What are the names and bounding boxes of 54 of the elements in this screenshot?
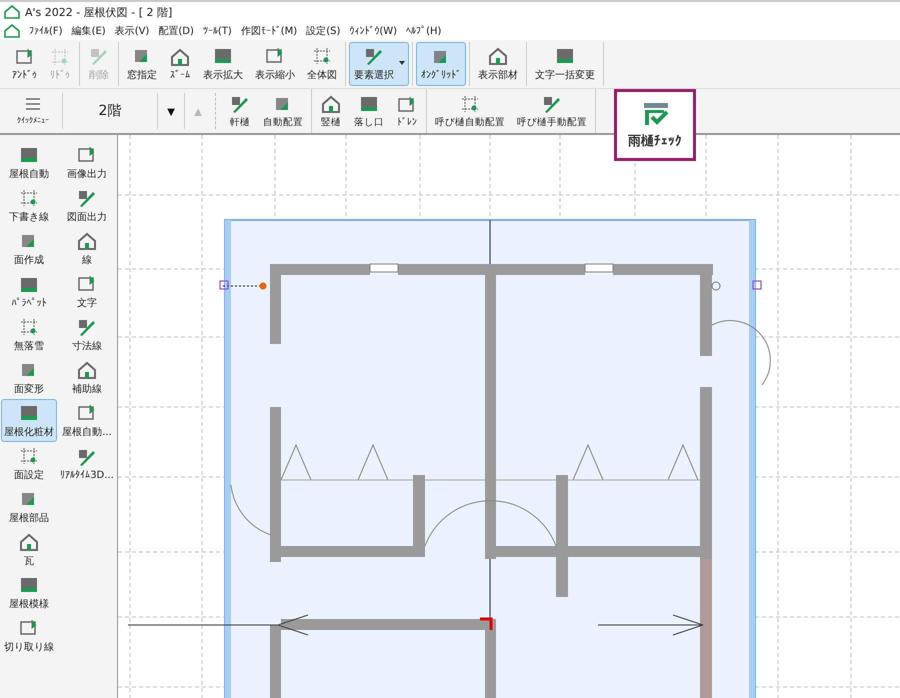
toolbar-button[interactable]: 竪樋: [315, 89, 347, 133]
menu-item[interactable]: 配置(D): [158, 24, 194, 38]
menu-icon: [25, 98, 41, 110]
toolbar-button[interactable]: 自動配置: [258, 89, 308, 133]
toolbar-button[interactable]: 表示部材: [473, 42, 523, 86]
sidebar-item[interactable]: 屋根部品: [1, 485, 57, 528]
sidebar-item[interactable]: 屋根模様: [1, 571, 57, 614]
floor-down-button[interactable]: ▼: [158, 89, 184, 133]
sidebar-item[interactable]: 下書き線: [1, 184, 57, 227]
toolbar-button[interactable]: 全体図: [302, 42, 342, 86]
menu-item[interactable]: ｳｨﾝﾄﾞｳ(W): [349, 25, 398, 37]
toolbar-button[interactable]: 軒樋: [224, 89, 256, 133]
toolbar-button[interactable]: 呼び樋手動配置: [512, 89, 592, 133]
toolbar-button[interactable]: ｵﾝｸﾞﾘｯﾄﾞ: [416, 42, 466, 86]
sidebar-item[interactable]: 文字: [59, 270, 115, 313]
sidebar-item[interactable]: 寸法線: [59, 313, 115, 356]
menu-item[interactable]: ﾌｧｲﾙ(F): [29, 25, 63, 37]
gutter-check-button[interactable]: 雨樋ﾁｪｯｸ: [614, 89, 696, 161]
sidebar-item[interactable]: ﾊﾟﾗﾍﾟｯﾄ: [1, 270, 57, 313]
draft-line-icon: [18, 188, 40, 208]
toolbar-button[interactable]: 呼び樋自動配置: [430, 89, 510, 133]
sidebar-item[interactable]: 面変形: [1, 356, 57, 399]
toolbar-button[interactable]: 文字一括変更: [530, 42, 600, 86]
sidebar-item[interactable]: 瓦: [1, 528, 57, 571]
sidebar-item[interactable]: 補助線: [59, 356, 115, 399]
sidebar-item[interactable]: 切り取り線: [1, 614, 57, 657]
floor-label: 2階: [98, 102, 122, 121]
sidebar-item[interactable]: ﾘｱﾙﾀｲﾑ3D...: [59, 442, 115, 485]
window-title: A's 2022 - 屋根伏図 - [ 2 階]: [25, 4, 172, 20]
sidebar-item[interactable]: 面設定: [1, 442, 57, 485]
toolbar-button[interactable]: 表示縮小: [250, 42, 300, 86]
toolbar-button[interactable]: 窓指定: [122, 42, 162, 86]
quick-menu-button[interactable]: ｸｲｯｸﾒﾆｭｰ: [4, 89, 62, 133]
toolbar-button[interactable]: ｽﾞｰﾑ: [164, 42, 196, 86]
toolbar-button[interactable]: ｱﾝﾄﾞｩ: [7, 42, 42, 86]
menu-item[interactable]: ﾂｰﾙ(T): [202, 25, 232, 37]
sidebar-item[interactable]: 面作成: [1, 227, 57, 270]
menu-item[interactable]: 設定(S): [306, 24, 340, 38]
menu-item[interactable]: 表示(V): [114, 24, 150, 38]
sidebar-item[interactable]: 画像出力: [59, 141, 115, 184]
sidebar-item[interactable]: 図面出力: [59, 184, 115, 227]
menu-item[interactable]: ﾍﾙﾌﾟ(H): [406, 25, 442, 37]
sidebar-item[interactable]: 屋根自動: [1, 141, 57, 184]
caret-icon: [399, 61, 405, 65]
toolbar-button[interactable]: 要素選択: [349, 42, 409, 86]
menu-item[interactable]: 作図ﾓｰﾄﾞ(M): [240, 24, 298, 38]
toolbar-button[interactable]: 落し口: [349, 89, 389, 133]
sidebar-item[interactable]: 線: [59, 227, 115, 270]
sidebar-item[interactable]: 屋根自動...: [59, 399, 115, 442]
toolbar-button[interactable]: ﾄﾞﾚﾝ: [391, 89, 423, 133]
sidebar-item[interactable]: 屋根化粧材: [1, 399, 57, 442]
sidebar-item[interactable]: 無落雪: [1, 313, 57, 356]
toolbar-button[interactable]: 表示拡大: [198, 42, 248, 86]
menu-item[interactable]: 編集(E): [72, 24, 106, 38]
